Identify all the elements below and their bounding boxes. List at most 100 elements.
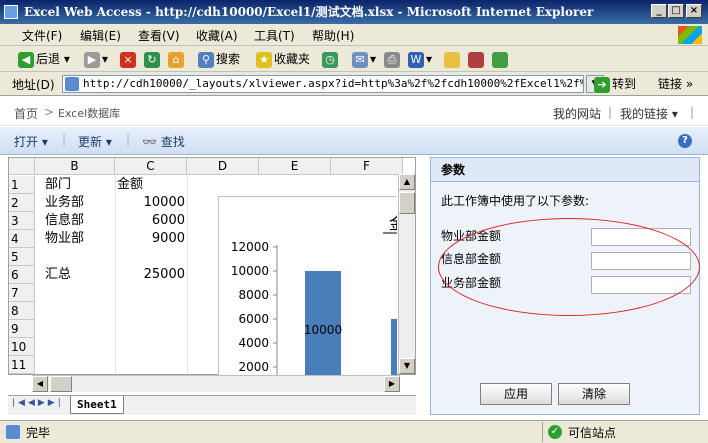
y-tick-label: 6000 [238, 312, 269, 326]
menu-file[interactable]: 文件(F) [22, 27, 62, 44]
horizontal-scrollbar[interactable]: ◀ ▶ [32, 375, 400, 392]
column-chart: 金12000100008000600040002000100006 [231, 214, 421, 376]
help-icon[interactable]: ? [678, 134, 692, 148]
row-header[interactable]: 6 [9, 266, 35, 284]
horizontal-scroll-thumb[interactable] [50, 376, 72, 392]
refresh-button[interactable]: ↻ [144, 50, 162, 68]
scroll-down-button[interactable]: ▼ [399, 358, 415, 374]
row-header[interactable]: 8 [9, 302, 35, 320]
security-zone: 可信站点 [568, 426, 617, 440]
annotation-ellipse [438, 218, 700, 316]
y-tick-label: 12000 [231, 240, 269, 254]
address-url: http://cdh10000/_layouts/xlviewer.aspx?i… [83, 77, 584, 90]
breadcrumb: 首页 > Excel数据库 我的网站 | 我的链接 ▾ | [0, 96, 708, 126]
row-header[interactable]: 10 [9, 338, 35, 356]
toolbar-divider-2: | [126, 132, 131, 146]
row-header[interactable]: 7 [9, 284, 35, 302]
menu-tools[interactable]: 工具(T) [254, 27, 295, 44]
home-icon: ⌂ [168, 51, 184, 68]
breadcrumb-current[interactable]: Excel数据库 [58, 105, 120, 121]
update-menu[interactable]: 更新 ▾ [78, 133, 112, 150]
forward-button[interactable]: ▶ ▾ [84, 50, 108, 68]
breadcrumb-home[interactable]: 首页 [14, 105, 38, 122]
menu-edit[interactable]: 编辑(E) [80, 27, 121, 44]
row-header[interactable]: 9 [9, 320, 35, 338]
go-button[interactable]: ➔ 转到 [592, 75, 636, 93]
status-text: 完毕 [26, 426, 51, 440]
sheet-nav-arrows[interactable]: |◀◀▶▶| [12, 398, 64, 408]
column-header-e[interactable]: E [259, 158, 331, 175]
mail-icon: ✉ [352, 51, 368, 68]
chart-bar [391, 319, 421, 376]
links-divider: | [608, 105, 613, 119]
row-header[interactable]: 2 [9, 194, 35, 212]
column-header-d[interactable]: D [187, 158, 259, 175]
history-icon: ◷ [322, 51, 338, 68]
clear-button[interactable]: 清除 [558, 383, 630, 405]
row-header[interactable]: 4 [9, 230, 35, 248]
cell-b2[interactable]: 业务部 [45, 194, 84, 212]
print-icon: ⎙ [384, 51, 400, 68]
close-button[interactable]: × [686, 4, 702, 18]
links-button[interactable]: 链接 » [658, 75, 693, 93]
my-site-link[interactable]: 我的网站 [553, 105, 601, 122]
research-button[interactable] [468, 50, 486, 68]
column-header-b[interactable]: B [35, 158, 115, 175]
star-icon: ★ [256, 51, 272, 68]
scroll-up-button[interactable]: ▲ [399, 174, 415, 190]
windows-logo-icon [678, 26, 702, 44]
cell-c1[interactable]: 金额 [117, 176, 143, 194]
mail-button[interactable]: ✉ ▾ [352, 50, 376, 68]
home-button[interactable]: ⌂ [168, 50, 186, 68]
sheet-tab-bar: |◀◀▶▶| Sheet1 [8, 395, 416, 415]
sheet-tab-sheet1[interactable]: Sheet1 [70, 396, 124, 414]
favorites-button[interactable]: ★ 收藏夹 [256, 50, 310, 68]
menu-favorites[interactable]: 收藏(A) [196, 27, 238, 44]
apply-button[interactable]: 应用 [480, 383, 552, 405]
vertical-scrollbar[interactable]: ▲ ▼ [398, 174, 415, 374]
search-button[interactable]: ⚲ 搜索 [198, 50, 240, 68]
column-header-c[interactable]: C [115, 158, 187, 175]
vertical-scroll-thumb[interactable] [399, 192, 415, 214]
history-button[interactable]: ◷ [322, 50, 340, 68]
address-input[interactable]: http://cdh10000/_layouts/xlviewer.aspx?i… [62, 75, 584, 93]
row-header[interactable]: 5 [9, 248, 35, 266]
edit-button[interactable]: W ▾ [408, 50, 432, 68]
cell-b4[interactable]: 物业部 [45, 230, 84, 248]
scroll-left-button[interactable]: ◀ [32, 376, 48, 392]
window-titlebar: Excel Web Access - http://cdh10000/Excel… [0, 0, 708, 24]
gridline [187, 176, 188, 374]
messenger-button[interactable] [492, 50, 510, 68]
chart-area[interactable]: 金12000100008000600040002000100006 [218, 196, 421, 376]
back-arrow-icon: ◀ [18, 51, 34, 68]
row-header[interactable]: 1 [9, 176, 35, 194]
find-button[interactable]: 👓 查找 [142, 133, 185, 150]
cell-b6[interactable]: 汇总 [45, 266, 71, 284]
discuss-button[interactable] [444, 50, 462, 68]
menu-help[interactable]: 帮助(H) [312, 27, 354, 44]
column-header-f[interactable]: F [331, 158, 403, 175]
row-header[interactable]: 3 [9, 212, 35, 230]
scroll-right-button[interactable]: ▶ [384, 376, 400, 392]
chart-title: 金 [389, 214, 397, 233]
toolbar-divider: | [62, 132, 67, 146]
my-links-menu[interactable]: 我的链接 ▾ [620, 105, 678, 122]
cell-b1[interactable]: 部门 [45, 176, 71, 194]
corner-header[interactable] [9, 158, 35, 175]
print-button[interactable]: ⎙ [384, 50, 402, 68]
minimize-button[interactable]: _ [651, 4, 667, 18]
cell-c4[interactable]: 9000 [115, 230, 185, 248]
open-menu[interactable]: 打开 ▾ [14, 133, 48, 150]
back-button[interactable]: ◀ 后退 ▾ [18, 50, 70, 68]
cell-c2[interactable]: 10000 [115, 194, 185, 212]
maximize-button[interactable]: □ [668, 4, 684, 18]
cell-c6[interactable]: 25000 [115, 266, 185, 284]
row-header[interactable]: 11 [9, 356, 35, 374]
cell-c3[interactable]: 6000 [115, 212, 185, 230]
menu-view[interactable]: 查看(V) [138, 27, 180, 44]
stop-button[interactable]: × [120, 50, 138, 68]
go-arrow-icon: ➔ [594, 76, 610, 93]
cell-b3[interactable]: 信息部 [45, 212, 84, 230]
research-icon [468, 51, 484, 68]
panel-title: 参数 [431, 158, 699, 182]
